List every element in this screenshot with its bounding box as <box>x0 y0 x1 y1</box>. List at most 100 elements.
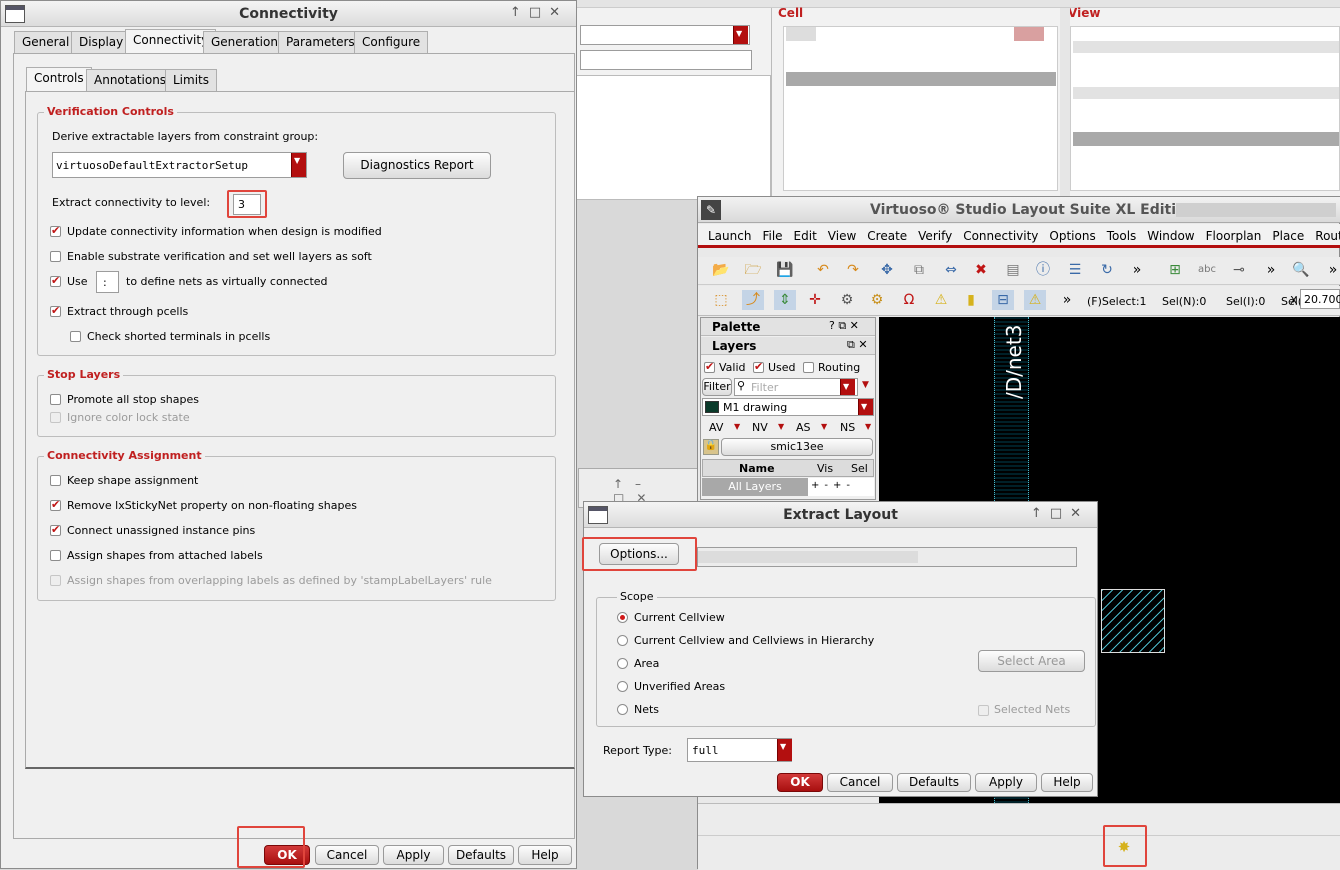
ns-arrow[interactable]: ▼ <box>865 422 871 431</box>
open-icon[interactable]: 📂 <box>710 260 732 280</box>
save-icon[interactable]: 💾 <box>774 260 796 280</box>
use-virtual-checkbox[interactable] <box>50 274 61 287</box>
ns-button[interactable]: NS <box>840 421 855 434</box>
scope-radio-nets[interactable] <box>617 704 628 715</box>
col-name[interactable]: Name <box>739 462 775 475</box>
options-button[interactable]: Options... <box>599 543 679 565</box>
connectivity-window-controls[interactable]: ↑□✕ <box>510 5 568 20</box>
subtab-limits[interactable]: Limits <box>165 69 217 91</box>
drc-icon[interactable]: ⊟ <box>992 290 1014 310</box>
col-sel[interactable]: Sel <box>851 462 868 475</box>
more-icon-2[interactable]: » <box>1260 260 1282 280</box>
menu-edit[interactable]: Edit <box>794 229 817 243</box>
lock-icon[interactable]: 🔒 <box>703 439 719 455</box>
filter-dropdown[interactable] <box>840 379 855 395</box>
connectivity-defaults-button[interactable]: Defaults <box>448 845 514 865</box>
undo-icon[interactable]: ↶ <box>812 260 834 280</box>
path-icon[interactable]: ⤴ <box>742 290 764 310</box>
connectivity-cancel-button[interactable]: Cancel <box>315 845 379 865</box>
scope-radio-unverified[interactable] <box>617 681 628 692</box>
pin-icon[interactable]: ▮ <box>960 290 982 310</box>
stretch-icon[interactable]: ⇔ <box>940 260 962 280</box>
tab-configure[interactable]: Configure <box>354 31 429 53</box>
assign-overlap-checkbox[interactable] <box>50 575 61 586</box>
select-area-button[interactable]: Select Area <box>978 650 1085 672</box>
update-connectivity-checkbox[interactable] <box>50 224 61 237</box>
menu-verify[interactable]: Verify <box>918 229 952 243</box>
scope-radio-current[interactable] <box>617 612 628 623</box>
substrate-checkbox[interactable] <box>50 251 61 262</box>
warning-icon[interactable]: ⚠ <box>930 290 952 310</box>
all-layers-row[interactable]: All Layers +-+- <box>702 478 874 496</box>
tech-library-button[interactable]: smic13ee <box>721 438 873 456</box>
redo-icon[interactable]: ↷ <box>842 260 864 280</box>
open-folder-icon[interactable]: 🗁 <box>742 260 764 280</box>
snap-icon[interactable]: ⇕ <box>774 290 796 310</box>
connectivity-apply-button[interactable]: Apply <box>383 845 444 865</box>
av-button[interactable]: AV <box>709 421 723 434</box>
move-icon[interactable]: ✥ <box>876 260 898 280</box>
subtab-controls[interactable]: Controls <box>26 67 92 91</box>
probe-icon[interactable]: ⊸ <box>1228 260 1250 280</box>
library-filter-field[interactable] <box>580 50 752 70</box>
extract-defaults-button[interactable]: Defaults <box>897 773 971 792</box>
x-coord-input[interactable]: 20.700 <box>1300 289 1340 309</box>
promote-stop-checkbox[interactable] <box>50 394 61 405</box>
av-arrow[interactable]: ▼ <box>734 422 740 431</box>
as-arrow[interactable]: ▼ <box>821 422 827 431</box>
menu-route[interactable]: Route <box>1315 229 1340 243</box>
extract-window-controls[interactable]: ↑□✕ <box>1031 506 1089 521</box>
tab-display[interactable]: Display <box>71 31 132 53</box>
properties-icon[interactable]: ▤ <box>1002 260 1024 280</box>
menu-tools[interactable]: Tools <box>1107 229 1137 243</box>
extract-apply-button[interactable]: Apply <box>975 773 1037 792</box>
tab-general[interactable]: General <box>14 31 78 53</box>
remove-sticky-checkbox[interactable] <box>50 498 61 511</box>
gear-cursor-icon[interactable]: ⚙ <box>836 290 858 310</box>
align-icon[interactable]: ☰ <box>1064 260 1086 280</box>
scope-radio-area[interactable] <box>617 658 628 669</box>
palette-help-icon[interactable]: ? ⧉ ✕ <box>829 319 859 333</box>
cross-icon[interactable]: ✛ <box>804 290 826 310</box>
shorted-terminals-checkbox[interactable] <box>70 331 81 342</box>
tab-parameters[interactable]: Parameters <box>278 31 363 53</box>
library-list[interactable] <box>576 75 771 200</box>
extract-pcells-checkbox[interactable] <box>50 304 61 317</box>
zoom-icon[interactable]: 🔍 <box>1290 260 1312 280</box>
magnet-icon[interactable]: Ω <box>898 290 920 310</box>
hierarchy-icon[interactable]: ⊞ <box>1164 260 1186 280</box>
library-combo[interactable] <box>580 25 750 45</box>
constraint-group-combo[interactable]: virtuosoDefaultExtractorSetup <box>52 152 307 178</box>
spellcheck-icon[interactable]: abc <box>1196 260 1218 280</box>
tab-generation[interactable]: Generation <box>203 31 286 53</box>
more-icon[interactable]: » <box>1126 260 1148 280</box>
current-layer-dropdown[interactable] <box>858 399 873 415</box>
delete-icon[interactable]: ✖ <box>970 260 992 280</box>
menu-options[interactable]: Options <box>1049 229 1095 243</box>
view-list[interactable] <box>1070 26 1340 191</box>
as-button[interactable]: AS <box>796 421 811 434</box>
extract-cancel-button[interactable]: Cancel <box>827 773 893 792</box>
virtual-separator-input[interactable]: : <box>96 271 119 293</box>
copy-icon[interactable]: ⧉ <box>908 260 930 280</box>
connectivity-help-button[interactable]: Help <box>518 845 572 865</box>
layers-close-icon[interactable]: ⧉ ✕ <box>847 338 868 352</box>
library-combo-arrow[interactable] <box>733 26 748 44</box>
connectivity-ok-button[interactable]: OK <box>264 845 310 865</box>
menu-launch[interactable]: Launch <box>708 229 751 243</box>
menu-create[interactable]: Create <box>867 229 907 243</box>
scope-radio-hierarchy[interactable] <box>617 635 628 646</box>
connect-pins-checkbox[interactable] <box>50 523 61 536</box>
menu-connectivity[interactable]: Connectivity <box>963 229 1038 243</box>
diagnostics-report-button[interactable]: Diagnostics Report <box>343 152 491 179</box>
col-vis[interactable]: Vis <box>817 462 833 475</box>
info-icon[interactable]: ⓘ <box>1032 260 1054 280</box>
nv-arrow[interactable]: ▼ <box>778 422 784 431</box>
extract-ok-button[interactable]: OK <box>777 773 823 792</box>
extract-help-button[interactable]: Help <box>1041 773 1093 792</box>
nv-button[interactable]: NV <box>752 421 768 434</box>
assign-labels-checkbox[interactable] <box>50 550 61 561</box>
refresh-icon[interactable]: ↻ <box>1096 260 1118 280</box>
subtab-annotations[interactable]: Annotations <box>86 69 175 91</box>
extract-level-input[interactable]: 3 <box>233 194 261 215</box>
